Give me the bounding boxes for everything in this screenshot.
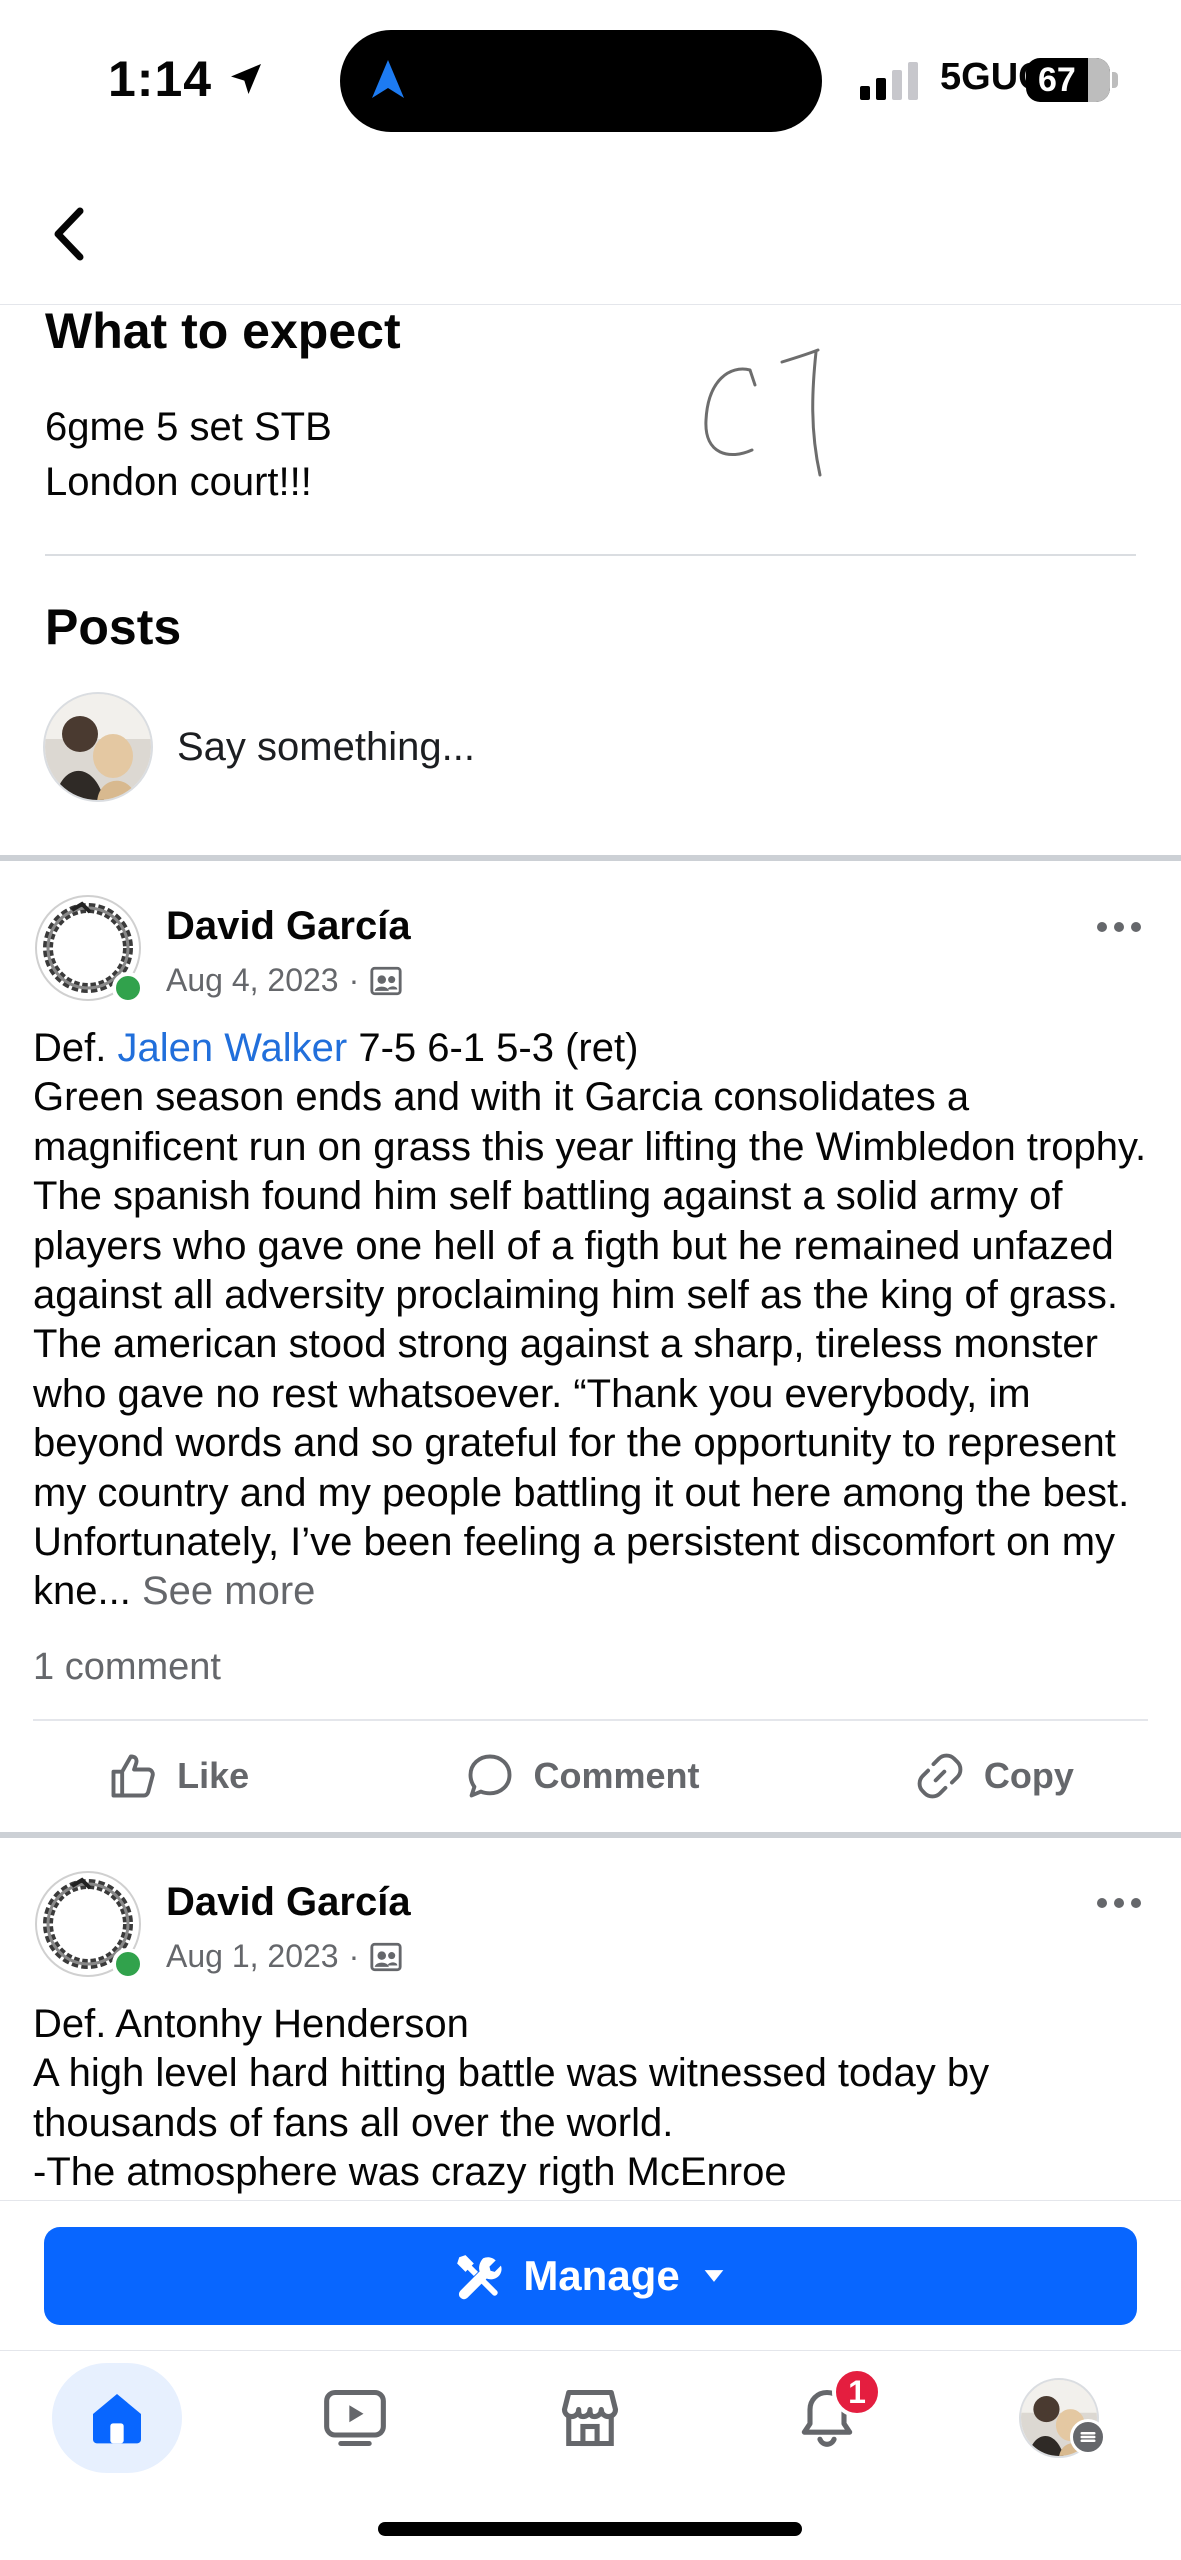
comment-button[interactable]: Comment — [464, 1750, 700, 1802]
tab-marketplace[interactable] — [525, 2363, 655, 2473]
result-prefix: Def. — [33, 1026, 118, 1070]
status-bar: 1:14 5GUC 67 — [0, 0, 1181, 150]
notification-badge: 1 — [832, 2367, 882, 2417]
post-date[interactable]: Aug 4, 2023 — [166, 962, 339, 999]
feed-divider — [0, 855, 1181, 861]
avatar[interactable] — [32, 892, 144, 1004]
comment-label: Comment — [533, 1755, 700, 1796]
like-label: Like — [177, 1755, 250, 1796]
tab-home[interactable] — [52, 2363, 182, 2473]
post-action-bar: Like Comment Copy — [0, 1726, 1181, 1826]
expect-line: 6gme 5 set STB — [45, 405, 332, 449]
more-options-button[interactable] — [1097, 922, 1141, 932]
caret-down-icon — [704, 2270, 724, 2282]
comment-icon — [468, 1754, 511, 1798]
clock: 1:14 — [108, 50, 266, 108]
group-members-icon — [370, 1942, 402, 1971]
post-result-line: Def. Jalen Walker 7-5 6-1 5-3 (ret) — [33, 1024, 1153, 1073]
copy-label: Copy — [983, 1755, 1074, 1796]
post-result-line: Def. Antonhy Henderson — [33, 2002, 469, 2046]
feed-divider — [0, 1832, 1181, 1838]
more-options-button[interactable] — [1097, 1898, 1141, 1908]
back-button[interactable] — [44, 204, 94, 264]
post-meta: Aug 1, 2023 · — [166, 1938, 403, 1975]
location-arrow-icon — [231, 64, 262, 94]
video-icon — [324, 2389, 386, 2447]
post-date[interactable]: Aug 1, 2023 — [166, 1938, 339, 1975]
group-members-icon — [370, 966, 402, 995]
online-status-indicator — [112, 1948, 144, 1980]
post-author[interactable]: David García — [166, 1880, 411, 1925]
like-button[interactable]: Like — [107, 1750, 249, 1802]
expect-line: London court!!! — [45, 460, 312, 504]
post-text: Def. Jalen Walker 7-5 6-1 5-3 (ret) Gree… — [33, 1024, 1153, 1617]
copy-link-button[interactable]: Copy — [914, 1750, 1074, 1802]
home-icon — [93, 2394, 141, 2444]
manage-label: Manage — [523, 2252, 680, 2299]
handwritten-note-c1 — [704, 348, 822, 477]
action-divider — [33, 1719, 1148, 1721]
post-composer[interactable]: Say something... — [43, 692, 475, 802]
tab-video[interactable] — [290, 2363, 420, 2473]
comment-count[interactable]: 1 comment — [33, 1646, 221, 1689]
tab-notifications[interactable]: 1 — [762, 2363, 892, 2473]
manage-bar: Manage — [0, 2200, 1181, 2350]
manage-button[interactable]: Manage — [44, 2227, 1137, 2325]
battery-level: 67 — [1038, 60, 1076, 99]
chevron-left-icon — [54, 207, 84, 261]
tab-profile[interactable] — [994, 2363, 1124, 2473]
avatar[interactable] — [32, 1868, 144, 1980]
result-score: 7-5 6-1 5-3 (ret) — [347, 1026, 639, 1070]
expect-title: What to expect — [45, 303, 401, 359]
dynamic-island — [340, 30, 822, 132]
avatar — [43, 692, 153, 802]
nav-header — [0, 150, 1181, 305]
post-body-line: A high level hard hitting battle was wit… — [33, 2051, 990, 2096]
tools-icon — [457, 2255, 502, 2300]
link-icon — [917, 1753, 963, 1799]
online-status-indicator — [112, 972, 144, 1004]
post-author[interactable]: David García — [166, 904, 411, 949]
navigation-icon — [372, 60, 404, 98]
section-divider — [45, 554, 1136, 556]
tagged-user-link[interactable]: Jalen Walker — [117, 1026, 347, 1070]
time-text: 1:14 — [108, 51, 213, 107]
home-indicator — [378, 2522, 802, 2536]
thumbs-up-icon — [111, 1754, 155, 1798]
post-text: Def. Antonhy Henderson A high level hard… — [33, 2000, 1153, 2198]
post-meta: Aug 4, 2023 · — [166, 962, 403, 999]
see-more-link[interactable]: See more — [142, 1569, 315, 1613]
posts-title: Posts — [45, 599, 182, 655]
menu-icon — [1070, 2419, 1106, 2455]
expect-details: 6gme 5 set STB London court!!! — [45, 400, 332, 510]
composer-placeholder: Say something... — [177, 724, 475, 769]
post-body-line: thousands of fans all over the world. — [33, 2100, 674, 2145]
post-body-text: Green season ends and with it Garcia con… — [33, 1073, 1153, 1616]
signal-strength-icon — [860, 62, 918, 100]
post-body-content: Green season ends and with it Garcia con… — [33, 1075, 1147, 1614]
battery-icon: 67 — [1026, 58, 1118, 102]
marketplace-icon — [561, 2389, 619, 2447]
post-body-line: -The atmosphere was crazy rigth McEnroe — [33, 2150, 787, 2195]
